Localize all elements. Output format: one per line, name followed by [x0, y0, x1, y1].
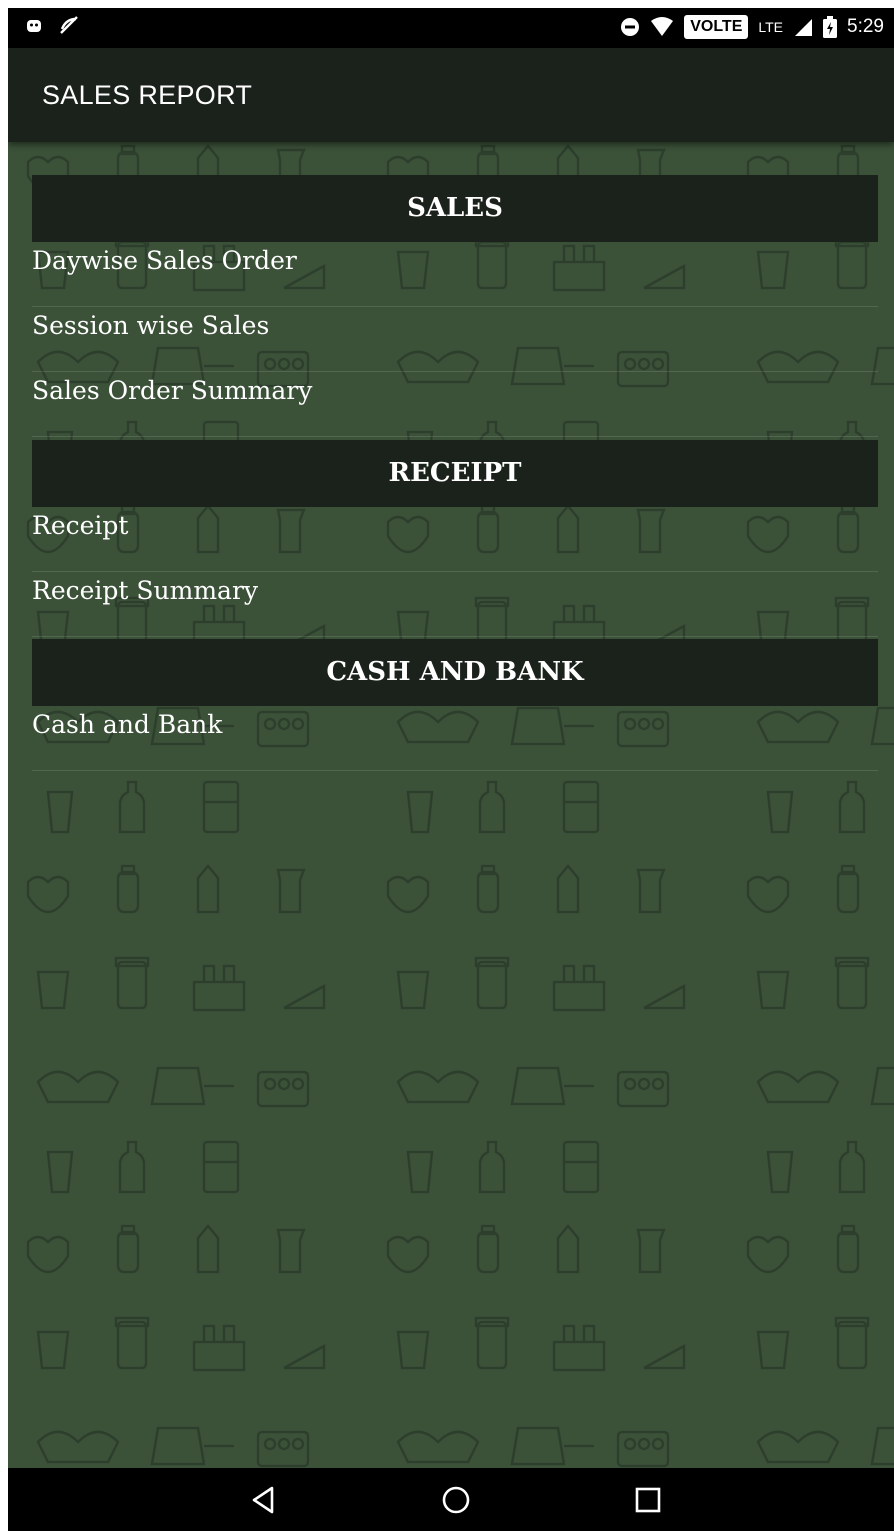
volte-indicator: VOLTE — [684, 15, 749, 39]
status-time: 5:29 — [847, 16, 884, 37]
navigation-bar — [8, 1468, 894, 1531]
section-header-sales: SALES — [32, 175, 878, 242]
status-bar: VOLTE LTE 5:29 — [8, 8, 894, 48]
wifi-icon — [651, 17, 674, 36]
app-screen: VOLTE LTE 5:29 SALES REPORT SALES Daywis… — [8, 8, 894, 1531]
signal-icon — [795, 19, 813, 36]
list-item-label: Cash and Bank — [32, 710, 223, 739]
section-header-receipt: RECEIPT — [32, 440, 878, 507]
list-item-cash-and-bank[interactable]: Cash and Bank — [32, 706, 878, 771]
list-item-session-wise-sales[interactable]: Session wise Sales — [32, 307, 878, 372]
battery-icon — [823, 16, 838, 38]
app-toolbar: SALES REPORT — [8, 48, 894, 142]
lte-indicator: LTE — [758, 19, 784, 35]
recents-icon[interactable] — [630, 1482, 666, 1518]
list-item-receipt-summary[interactable]: Receipt Summary — [32, 572, 878, 637]
list-item-label: Receipt — [32, 511, 129, 540]
list-item-receipt[interactable]: Receipt — [32, 507, 878, 572]
android-debug-icon — [27, 20, 41, 32]
home-icon[interactable] — [438, 1482, 474, 1518]
back-icon[interactable] — [246, 1482, 282, 1518]
list-item-sales-order-summary[interactable]: Sales Order Summary — [32, 372, 878, 437]
no-sync-icon — [60, 16, 78, 34]
section-header-cash-and-bank: CASH AND BANK — [32, 639, 878, 706]
do-not-disturb-icon — [621, 18, 640, 36]
list-item-label: Session wise Sales — [32, 311, 270, 340]
list-item-label: Sales Order Summary — [32, 376, 313, 405]
list-item-label: Daywise Sales Order — [32, 246, 297, 275]
page-title: SALES REPORT — [42, 80, 253, 110]
list-item-daywise-sales-order[interactable]: Daywise Sales Order — [32, 242, 878, 307]
list-item-label: Receipt Summary — [32, 576, 259, 605]
